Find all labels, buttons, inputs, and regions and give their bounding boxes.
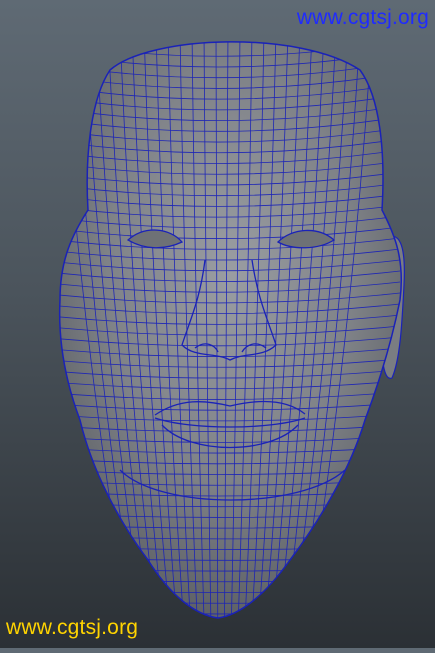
watermark-bottom: www.cgtsj.org <box>6 616 139 639</box>
head-mesh-wireframe[interactable] <box>0 0 435 648</box>
viewport[interactable]: www.cgtsj.org www.cgtsj.org <box>0 0 435 648</box>
watermark-top: www.cgtsj.org <box>296 6 429 29</box>
